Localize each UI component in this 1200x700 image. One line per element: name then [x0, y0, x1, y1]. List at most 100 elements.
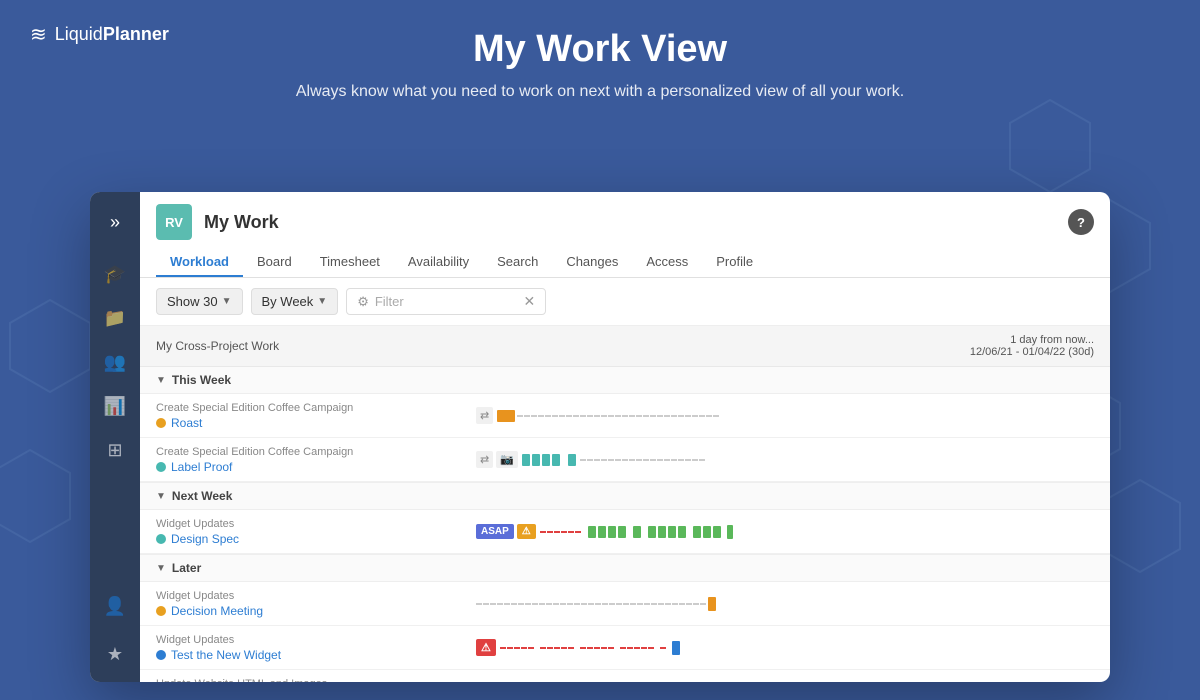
gantt-red-dashes-ds — [540, 526, 581, 538]
gantt-green2-ds — [598, 526, 606, 538]
task-bar-label-proof: ⇄ 📷 — [476, 450, 1094, 470]
filter-clear-btn[interactable]: ✕ — [523, 293, 535, 310]
task-project-label-proof: Create Special Edition Coffee Campaign — [156, 446, 476, 458]
section-label: My Cross-Project Work — [156, 339, 279, 353]
help-button[interactable]: ? — [1068, 209, 1094, 235]
task-icons-roast: ⇄ — [476, 407, 493, 424]
gantt-decision-meeting — [476, 594, 1094, 614]
tab-access[interactable]: Access — [632, 248, 702, 277]
task-bar-test-widget: ⚠ — [476, 638, 1094, 658]
camera-icon-label-proof: 📷 — [496, 451, 518, 468]
gantt-dashes-dm — [476, 598, 706, 610]
task-icons-label-proof: ⇄ 📷 — [476, 451, 518, 468]
task-icons-test-widget: ⚠ — [476, 639, 496, 656]
sidebar-team-btn[interactable]: 👥 — [93, 342, 137, 382]
task-link-test-widget[interactable]: Test the New Widget — [171, 648, 281, 662]
gantt-dashes-lp — [580, 454, 705, 466]
task-project-email-copy: Update Website HTML and Images — [156, 678, 476, 683]
tab-changes[interactable]: Changes — [552, 248, 632, 277]
task-row-email-copy: Update Website HTML and Images Email Cop… — [140, 670, 1110, 682]
task-info-test-widget: Widget Updates Test the New Widget — [156, 634, 476, 662]
toolbar: Show 30 ▼ By Week ▼ ⚙ Filter ✕ — [140, 278, 1110, 326]
show-dropdown[interactable]: Show 30 ▼ — [156, 288, 243, 315]
gantt-green3-ds — [608, 526, 616, 538]
gantt-green4-ds — [618, 526, 626, 538]
app-window: » 🎓 📁 👥 📊 ⊞ 👤 ★ RV My Work — [90, 192, 1110, 682]
gantt-green10-ds — [693, 526, 701, 538]
week-group-this-week: ▼ This Week Create Special Edition Coffe… — [140, 367, 1110, 483]
task-project-design-spec: Widget Updates — [156, 518, 476, 530]
swap-icon-roast: ⇄ — [476, 407, 493, 424]
show-dropdown-arrow: ▼ — [222, 296, 232, 307]
task-info-label-proof: Create Special Edition Coffee Campaign L… — [156, 446, 476, 474]
gantt-green11-ds — [703, 526, 711, 538]
filter-box[interactable]: ⚙ Filter ✕ — [346, 288, 546, 315]
week-header-this-week[interactable]: ▼ This Week — [140, 367, 1110, 394]
sidebar-favorites-btn[interactable]: ★ — [93, 634, 137, 674]
gantt-block3 — [542, 454, 550, 466]
task-link-design-spec[interactable]: Design Spec — [171, 532, 239, 546]
gantt-green8-ds — [668, 526, 676, 538]
sidebar-profile-btn[interactable]: 👤 — [93, 586, 137, 626]
gantt-block2 — [532, 454, 540, 466]
gantt-block4 — [552, 454, 560, 466]
week-header-next-week[interactable]: ▼ Next Week — [140, 483, 1110, 510]
sidebar-projects-btn[interactable]: 📁 — [93, 298, 137, 338]
week-header-later[interactable]: ▼ Later — [140, 555, 1110, 582]
gantt-email-copy — [502, 682, 1094, 683]
chevron-next-week: ▼ — [156, 491, 166, 502]
gantt-dashes-roast — [517, 410, 719, 422]
gantt-green6-ds — [648, 526, 656, 538]
week-group-next-week: ▼ Next Week Widget Updates Design Spec — [140, 483, 1110, 555]
sidebar-dashboard-btn[interactable]: ⊞ — [93, 430, 137, 470]
subtitle: Always know what you need to work on nex… — [0, 83, 1200, 101]
task-link-roast[interactable]: Roast — [171, 416, 202, 430]
task-info-roast: Create Special Edition Coffee Campaign R… — [156, 402, 476, 430]
tab-profile[interactable]: Profile — [702, 248, 767, 277]
gantt-end-ds — [727, 525, 733, 539]
task-name-test-widget: Test the New Widget — [156, 648, 476, 662]
period-dropdown[interactable]: By Week ▼ — [251, 288, 339, 315]
task-name-roast: Roast — [156, 416, 476, 430]
tab-timesheet[interactable]: Timesheet — [306, 248, 394, 277]
gantt-test-widget — [500, 638, 1094, 658]
main-content: RV My Work ? Workload Board Timesheet Av… — [140, 192, 1110, 682]
tab-board[interactable]: Board — [243, 248, 306, 277]
warn-badge-design-spec: ⚠ — [517, 524, 536, 539]
task-row-design-spec: Widget Updates Design Spec ASAP ⚠ — [140, 510, 1110, 554]
task-dot-design-spec — [156, 534, 166, 544]
task-link-decision-meeting[interactable]: Decision Meeting — [171, 604, 263, 618]
task-info-email-copy: Update Website HTML and Images Email Cop… — [156, 678, 476, 683]
swap-icon-label-proof: ⇄ — [476, 451, 493, 468]
star-icon: ★ — [107, 644, 123, 665]
main-title: My Work View — [0, 28, 1200, 71]
period-dropdown-arrow: ▼ — [317, 296, 327, 307]
task-row-decision-meeting: Widget Updates Decision Meeting — [140, 582, 1110, 626]
sidebar-reports-btn[interactable]: 📊 — [93, 386, 137, 426]
task-row-test-widget: Widget Updates Test the New Widget ⚠ — [140, 626, 1110, 670]
task-dot-decision-meeting — [156, 606, 166, 616]
tab-search[interactable]: Search — [483, 248, 552, 277]
gantt-label-proof — [522, 450, 1094, 470]
sidebar-learn-btn[interactable]: 🎓 — [93, 254, 137, 294]
chevron-later: ▼ — [156, 563, 166, 574]
tab-workload[interactable]: Workload — [156, 248, 243, 277]
tabs-bar: Workload Board Timesheet Availability Se… — [156, 248, 1094, 277]
task-project-roast: Create Special Edition Coffee Campaign — [156, 402, 476, 414]
team-icon: 👥 — [104, 352, 126, 373]
task-bar-roast: ⇄ — [476, 406, 1094, 426]
top-bar: RV My Work ? Workload Board Timesheet Av… — [140, 192, 1110, 278]
dashboard-icon: ⊞ — [107, 440, 122, 461]
task-name-decision-meeting: Decision Meeting — [156, 604, 476, 618]
task-icons-design-spec: ASAP ⚠ — [476, 524, 536, 539]
tab-availability[interactable]: Availability — [394, 248, 483, 277]
sidebar-expand-btn[interactable]: » — [93, 202, 137, 242]
task-link-label-proof[interactable]: Label Proof — [171, 460, 232, 474]
task-project-decision-meeting: Widget Updates — [156, 590, 476, 602]
sidebar: » 🎓 📁 👥 📊 ⊞ 👤 ★ — [90, 192, 140, 682]
user-avatar: RV — [156, 204, 192, 240]
task-bar-design-spec: ASAP ⚠ — [476, 522, 1094, 542]
task-name-label-proof: Label Proof — [156, 460, 476, 474]
gantt-block1 — [522, 454, 530, 466]
gantt-bar-roast — [497, 410, 515, 422]
